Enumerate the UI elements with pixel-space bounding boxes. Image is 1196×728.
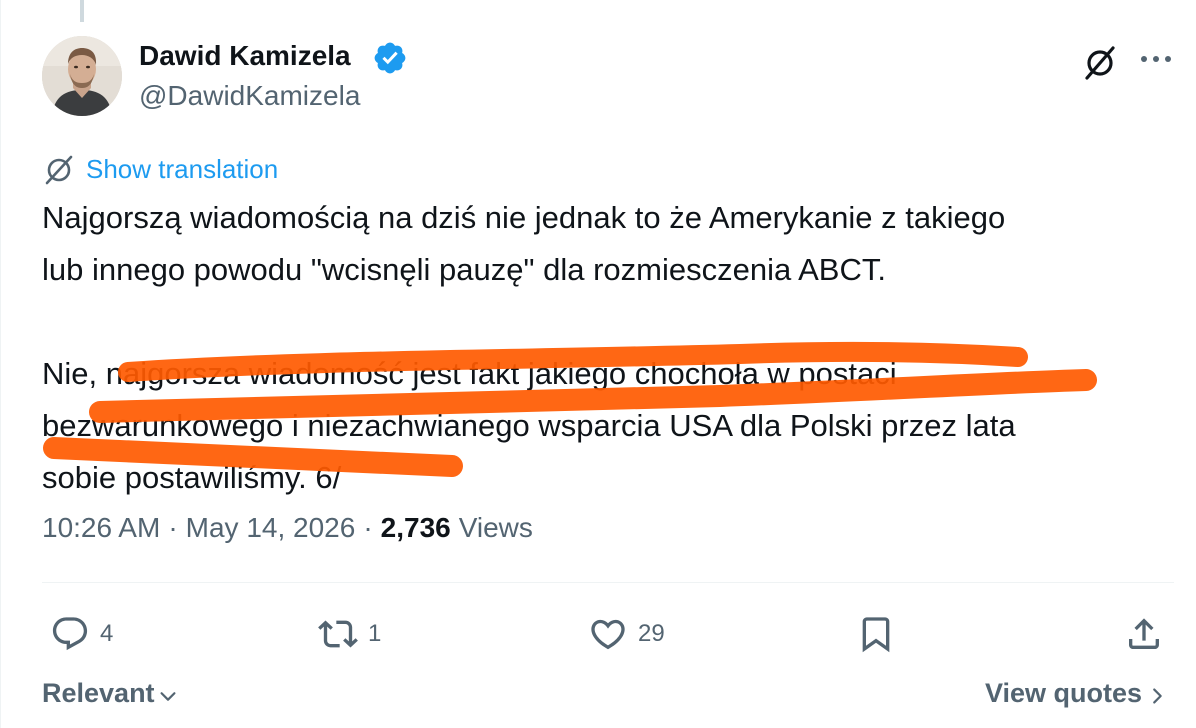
- view-quotes-link[interactable]: View quotes: [985, 678, 1168, 709]
- grok-icon[interactable]: [1080, 42, 1120, 82]
- tweet-line: sobie postawiliśmy. 6/: [42, 460, 342, 495]
- thread-connector-line: [80, 0, 84, 22]
- views-count: 2,736: [380, 512, 451, 543]
- repost-count: 1: [368, 620, 382, 647]
- verified-badge-icon[interactable]: [372, 40, 408, 76]
- bookmark-button[interactable]: [856, 612, 896, 656]
- share-icon: [1129, 618, 1159, 649]
- repost-icon: [318, 620, 358, 648]
- tweet-text: Najgorszą wiadomością na dziś nie jednak…: [42, 192, 1162, 504]
- heart-icon: [591, 619, 625, 650]
- tweet-line: Nie, najgorsza wiadomość jest fakt jakie…: [42, 356, 897, 391]
- reply-button[interactable]: 4: [50, 612, 113, 656]
- like-count: 29: [638, 620, 665, 647]
- avatar[interactable]: [42, 36, 122, 116]
- tweet-time[interactable]: 10:26 AM: [42, 512, 160, 544]
- chevron-right-icon: [1153, 687, 1162, 704]
- view-quotes-label: View quotes: [984, 678, 1142, 708]
- show-translation-row[interactable]: Show translation: [42, 152, 278, 186]
- author-handle[interactable]: @DawidKamizela: [139, 80, 360, 112]
- show-translation-link[interactable]: Show translation: [86, 154, 278, 185]
- more-options-icon[interactable]: [1138, 44, 1174, 74]
- sort-label: Relevant: [42, 678, 155, 708]
- avatar-image: [42, 36, 122, 116]
- reply-count: 4: [100, 620, 114, 647]
- left-border: [0, 0, 1, 728]
- translate-icon: [45, 155, 73, 185]
- chevron-down-icon: [160, 691, 176, 701]
- author-display-name[interactable]: Dawid Kamizela: [139, 40, 351, 72]
- like-button[interactable]: 29: [588, 612, 665, 656]
- tweet-line: bezwarunkowego i niezachwianego wsparcia…: [42, 408, 1016, 443]
- meta-separator: ·: [363, 512, 373, 543]
- tweet-date[interactable]: May 14, 2026: [186, 512, 356, 544]
- meta-separator: ·: [168, 512, 178, 543]
- views-label: Views: [458, 512, 533, 543]
- bookmark-icon: [862, 617, 890, 653]
- divider: [42, 582, 1174, 583]
- tweet-line: Najgorszą wiadomością na dziś nie jednak…: [42, 200, 1006, 235]
- tweet-line: lub innego powodu "wcisnęli pauzę" dla r…: [42, 252, 886, 287]
- reply-icon: [52, 617, 88, 651]
- share-button[interactable]: [1124, 612, 1164, 656]
- tweet-meta: 10:26 AM · May 14, 2026 · 2,736 Views: [42, 512, 533, 544]
- repost-button[interactable]: 1: [318, 612, 381, 656]
- sort-replies-button[interactable]: Relevant: [42, 678, 179, 709]
